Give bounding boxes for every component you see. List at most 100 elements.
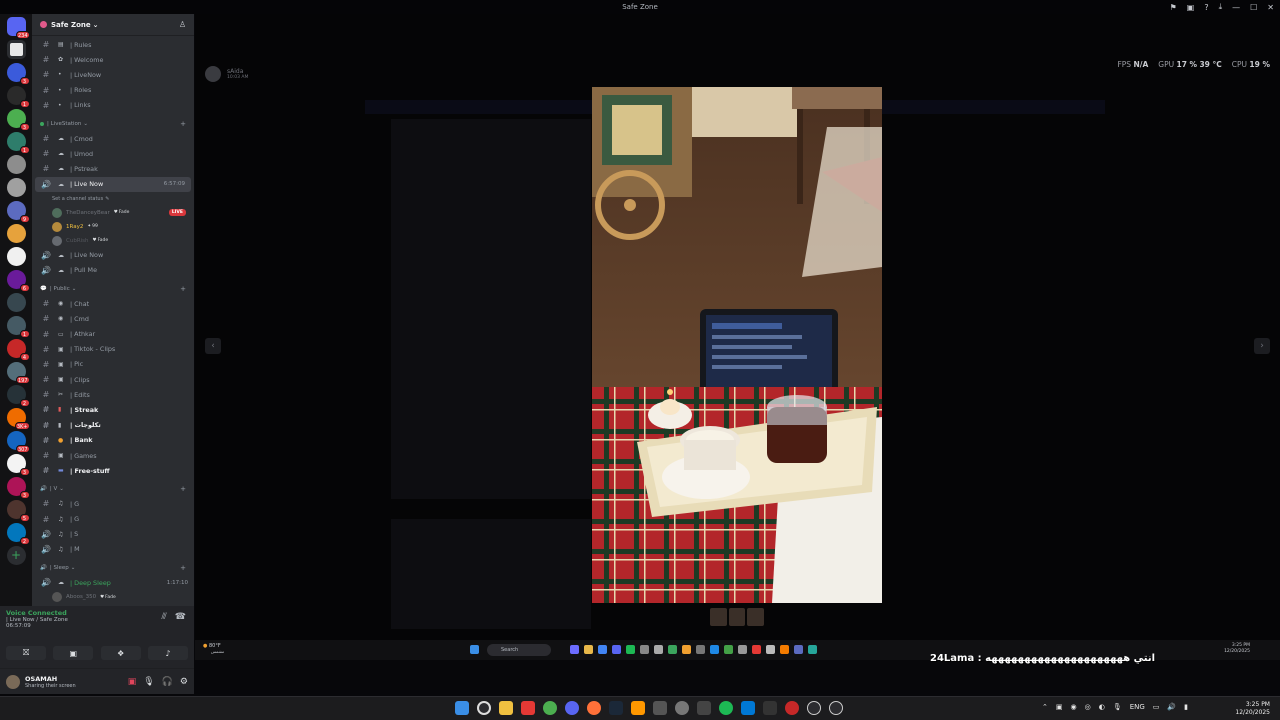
channel-deep-sleep[interactable]: 🔊 ☁ | Deep Sleep 1:17:10 [32, 575, 194, 590]
channel-umod[interactable]: # ☁ | Umod [32, 146, 194, 161]
voice-user[interactable]: 1Ray2 ✦ 99 [32, 220, 194, 234]
app-icon[interactable] [829, 701, 843, 715]
spotify-icon[interactable] [719, 701, 733, 715]
server-icon[interactable]: 2 [6, 523, 30, 545]
server-icon[interactable] [6, 178, 26, 197]
channel-clips[interactable]: # ▣ | Clips [32, 372, 194, 387]
channel-v-m[interactable]: 🔊 ♫ | M [32, 542, 194, 557]
file-explorer-icon[interactable] [499, 701, 513, 715]
server-icon[interactable]: 3 [6, 454, 30, 476]
server-icon[interactable]: 3K+ [6, 408, 30, 430]
volume-icon[interactable]: 🔊 [1167, 703, 1176, 711]
channel-cmd[interactable]: # ◉ | Cmd [32, 311, 194, 326]
maximize-button[interactable]: ☐ [1250, 3, 1257, 12]
channel-v-g2[interactable]: # ♫ | G [32, 512, 194, 527]
server-icon[interactable] [6, 40, 26, 59]
discord-icon[interactable] [565, 701, 579, 715]
tray-icon[interactable]: ◎ [1085, 703, 1091, 711]
channel-free-stuff[interactable]: # ▬ | Free-stuff [32, 463, 194, 478]
channel-v-g1[interactable]: # ♫ | G [32, 496, 194, 511]
battery-icon[interactable]: ▮ [1184, 703, 1188, 711]
app-icon[interactable] [785, 701, 799, 715]
system-clock[interactable]: 3:25 PM 12/20/2025 [1235, 701, 1270, 717]
channel-pic[interactable]: # ▣ | Pic [32, 357, 194, 372]
thumbnail[interactable] [710, 608, 727, 626]
category-public[interactable]: 💬 | Public ⌄ + [32, 282, 194, 296]
channel-pstreak[interactable]: # ☁ | Pstreak [32, 161, 194, 176]
channel-welcome[interactable]: # ✿ | Welcome [32, 52, 194, 67]
streamer-info[interactable]: sAida 10:03 AM [205, 66, 248, 82]
channel-rules[interactable]: # ▤ | Rules [32, 37, 194, 52]
channel-bank[interactable]: # ● | Bank [32, 433, 194, 448]
voice-user[interactable]: CubRish ♥ Fade [32, 234, 194, 248]
thumbnail[interactable] [747, 608, 765, 626]
mic-icon[interactable]: 🎙 [1113, 703, 1122, 711]
server-icon[interactable] [6, 247, 26, 266]
channel-athkar[interactable]: # ▭ | Athkar [32, 326, 194, 341]
firefox-icon[interactable] [587, 701, 601, 715]
screen-share-button[interactable]: ▣ [53, 646, 94, 660]
channel-links[interactable]: # • | Links [32, 98, 194, 113]
add-channel-icon[interactable]: + [180, 120, 186, 128]
channel-status[interactable]: Set a channel status ✎ [32, 192, 194, 206]
app-icon[interactable] [741, 701, 755, 715]
chrome-icon[interactable] [543, 701, 557, 715]
download-icon[interactable]: ⤓ [1219, 2, 1223, 12]
channel-chat[interactable]: # ◉ | Chat [32, 296, 194, 311]
channel-arabic[interactable]: # ▮ | تكلوجات [32, 418, 194, 433]
disconnect-icon[interactable]: ☎ [175, 612, 186, 622]
voice-user[interactable]: Aboos_350 ♥ Fade [32, 590, 194, 604]
server-icon[interactable]: 9 [6, 201, 30, 223]
stream-icon[interactable]: ▣ [128, 677, 137, 687]
camera-button[interactable]: ⛝ [6, 646, 46, 660]
avatar[interactable] [6, 674, 20, 689]
app-icon[interactable] [763, 701, 777, 715]
category-sleep[interactable]: 🔊 | Sleep ⌄ + [32, 561, 194, 575]
add-channel-icon[interactable]: + [180, 285, 186, 293]
add-channel-icon[interactable]: + [180, 564, 186, 572]
add-channel-icon[interactable]: + [180, 485, 186, 493]
server-icon[interactable]: 6 [6, 270, 30, 292]
server-icon[interactable] [6, 224, 26, 243]
close-button[interactable]: ✕ [1267, 3, 1274, 12]
server-icon[interactable]: 3 [6, 63, 30, 85]
app-icon[interactable] [631, 701, 645, 715]
category-v[interactable]: 🔊 | V ⌄ + [32, 482, 194, 496]
server-header[interactable]: Safe Zone ⌄ ♙ [32, 14, 194, 36]
network-icon[interactable]: ▭ [1153, 703, 1160, 711]
tray-icon[interactable]: ◐ [1099, 703, 1105, 711]
channel-edits[interactable]: # ✂ | Edits [32, 387, 194, 402]
server-icon[interactable]: 1 [6, 86, 30, 108]
microphone-icon[interactable]: 🎙 [143, 677, 154, 687]
activities-button[interactable]: ❖ [100, 646, 141, 660]
channel-streak[interactable]: # ▮ | Streak [32, 402, 194, 417]
app-icon[interactable] [653, 701, 667, 715]
channel-livenow[interactable]: # • | LiveNow [32, 67, 194, 82]
app-icon[interactable] [697, 701, 711, 715]
search-icon[interactable] [477, 701, 491, 715]
server-icon[interactable]: 307 [6, 431, 30, 453]
channel-live-now-2[interactable]: 🔊 ☁ | Live Now [32, 248, 194, 263]
server-icon[interactable]: 3 [6, 109, 30, 131]
help-icon[interactable]: ? [1204, 3, 1208, 12]
channel-tiktok-clips[interactable]: # ▣ | Tiktok - Clips [32, 342, 194, 357]
channel-cmod[interactable]: # ☁ | Cmod [32, 131, 194, 146]
noise-suppression-icon[interactable]: ⫻ [161, 612, 166, 622]
app-icon[interactable] [675, 701, 689, 715]
app-icon[interactable] [521, 701, 535, 715]
steam-icon[interactable] [609, 701, 623, 715]
server-icon[interactable]: 3 [6, 477, 30, 499]
add-member-icon[interactable]: ♙ [179, 20, 186, 29]
headphones-icon[interactable]: 🎧 [162, 677, 173, 687]
tray-icon[interactable]: ▣ [1056, 703, 1063, 711]
windows-start-icon[interactable] [455, 701, 469, 715]
next-arrow-icon[interactable]: › [1254, 338, 1270, 354]
server-icon[interactable]: 1 [6, 316, 30, 338]
inbox-icon[interactable]: ⚑ [1170, 3, 1177, 12]
server-icon[interactable]: 4 [6, 339, 30, 361]
stream-thumbnails[interactable] [710, 608, 765, 626]
soundboard-button[interactable]: ♪ [147, 646, 188, 660]
server-icon[interactable]: 1 [6, 132, 30, 154]
server-icon[interactable] [6, 293, 26, 312]
thumbnail[interactable] [728, 608, 746, 626]
